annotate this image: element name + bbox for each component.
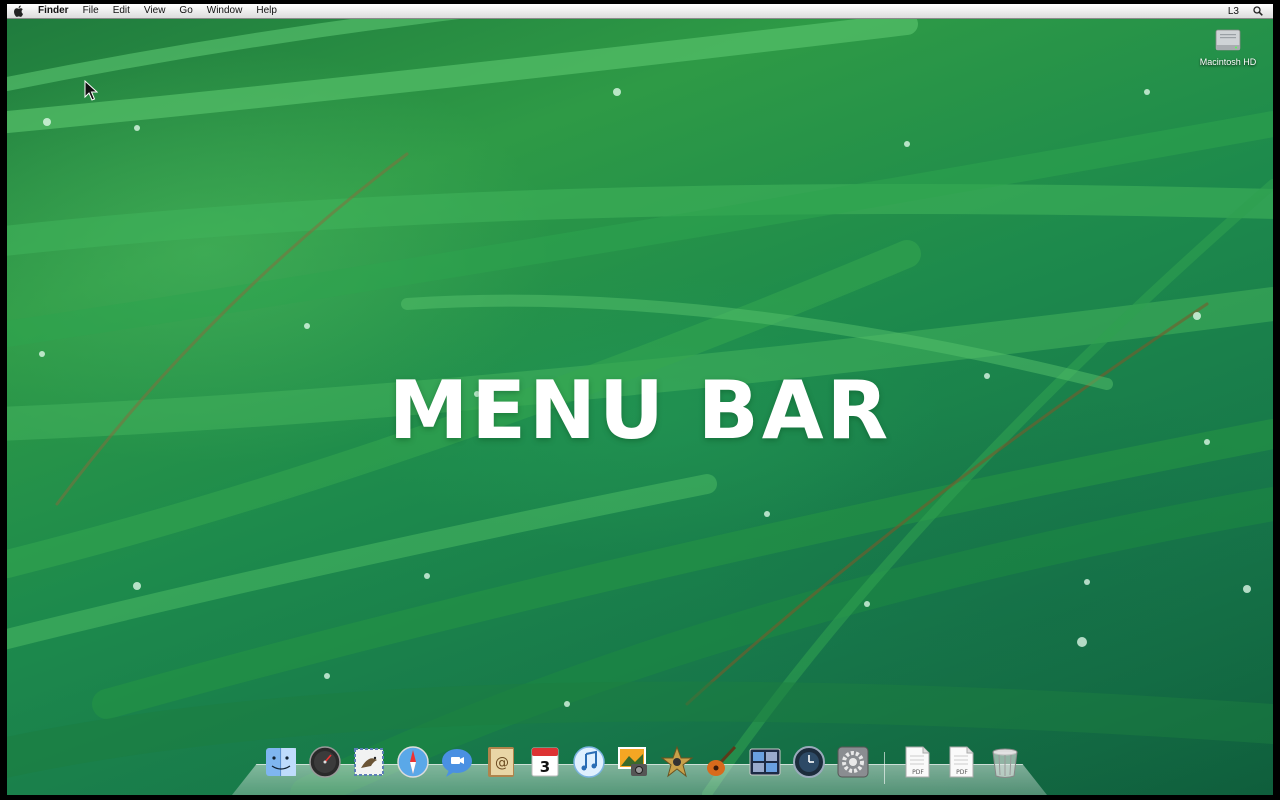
apple-icon[interactable] xyxy=(7,5,31,17)
safari-icon xyxy=(397,746,429,778)
hard-drive-icon xyxy=(1215,29,1241,51)
dock-imovie[interactable] xyxy=(658,743,696,781)
dock-time-machine[interactable] xyxy=(790,743,828,781)
dock-separator xyxy=(878,744,892,784)
hard-drive-label: Macintosh HD xyxy=(1199,57,1257,67)
spaces-icon xyxy=(749,748,781,776)
spotlight-icon[interactable] xyxy=(1253,6,1263,16)
dock-mail[interactable] xyxy=(350,743,388,781)
dock-ichat[interactable] xyxy=(438,743,476,781)
menu-go[interactable]: Go xyxy=(172,4,199,18)
dock-address-book[interactable]: @ xyxy=(482,743,520,781)
address-book-icon: @ xyxy=(488,747,514,777)
trash-icon xyxy=(992,748,1018,778)
pdf-document-icon: PDF xyxy=(949,746,974,778)
menu-help[interactable]: Help xyxy=(249,4,284,18)
pdf-label: PDF xyxy=(912,769,924,776)
dock-pdf-document-2[interactable]: PDF xyxy=(942,743,980,781)
dashboard-icon xyxy=(309,746,341,778)
macintosh-hd-desktop-icon[interactable]: Macintosh HD xyxy=(1187,24,1269,67)
dock-spaces[interactable] xyxy=(746,743,784,781)
finder-icon xyxy=(266,748,296,776)
svg-text:@: @ xyxy=(495,755,509,771)
time-machine-icon xyxy=(793,746,825,778)
dock-garageband[interactable] xyxy=(702,743,740,781)
imovie-icon xyxy=(660,745,694,778)
ichat-icon xyxy=(442,749,472,777)
menu-edit[interactable]: Edit xyxy=(106,4,137,18)
dock-pdf-document-1[interactable]: PDF xyxy=(898,743,936,781)
menu-window[interactable]: Window xyxy=(200,4,250,18)
menubar-status-text[interactable]: L3 xyxy=(1228,6,1239,17)
dock-trash[interactable] xyxy=(986,743,1024,781)
dock-finder[interactable] xyxy=(262,743,300,781)
dock: @ 3 PDF PDF xyxy=(232,739,1047,795)
ical-icon: 3 xyxy=(531,747,559,777)
pdf-label: PDF xyxy=(956,769,968,776)
mouse-pointer-icon xyxy=(84,80,98,101)
pdf-document-icon: PDF xyxy=(905,746,930,778)
system-preferences-icon xyxy=(837,746,869,778)
dock-itunes[interactable] xyxy=(570,743,608,781)
dock-ical[interactable]: 3 xyxy=(526,743,564,781)
dock-safari[interactable] xyxy=(394,743,432,781)
dock-dashboard[interactable] xyxy=(306,743,344,781)
dock-system-preferences[interactable] xyxy=(834,743,872,781)
mail-icon xyxy=(354,748,384,776)
itunes-icon xyxy=(573,746,605,778)
iphoto-icon xyxy=(618,747,647,776)
garageband-icon xyxy=(707,745,737,776)
desktop-screen: Finder File Edit View Go Window Help L3 … xyxy=(7,4,1273,795)
menu-view[interactable]: View xyxy=(137,4,173,18)
menu-file[interactable]: File xyxy=(76,4,106,18)
dock-iphoto[interactable] xyxy=(614,743,652,781)
menu-bar: Finder File Edit View Go Window Help L3 xyxy=(7,4,1273,19)
menu-finder[interactable]: Finder xyxy=(31,4,76,18)
overlay-title: MENU BAR xyxy=(388,364,892,457)
ical-date: 3 xyxy=(540,758,550,776)
